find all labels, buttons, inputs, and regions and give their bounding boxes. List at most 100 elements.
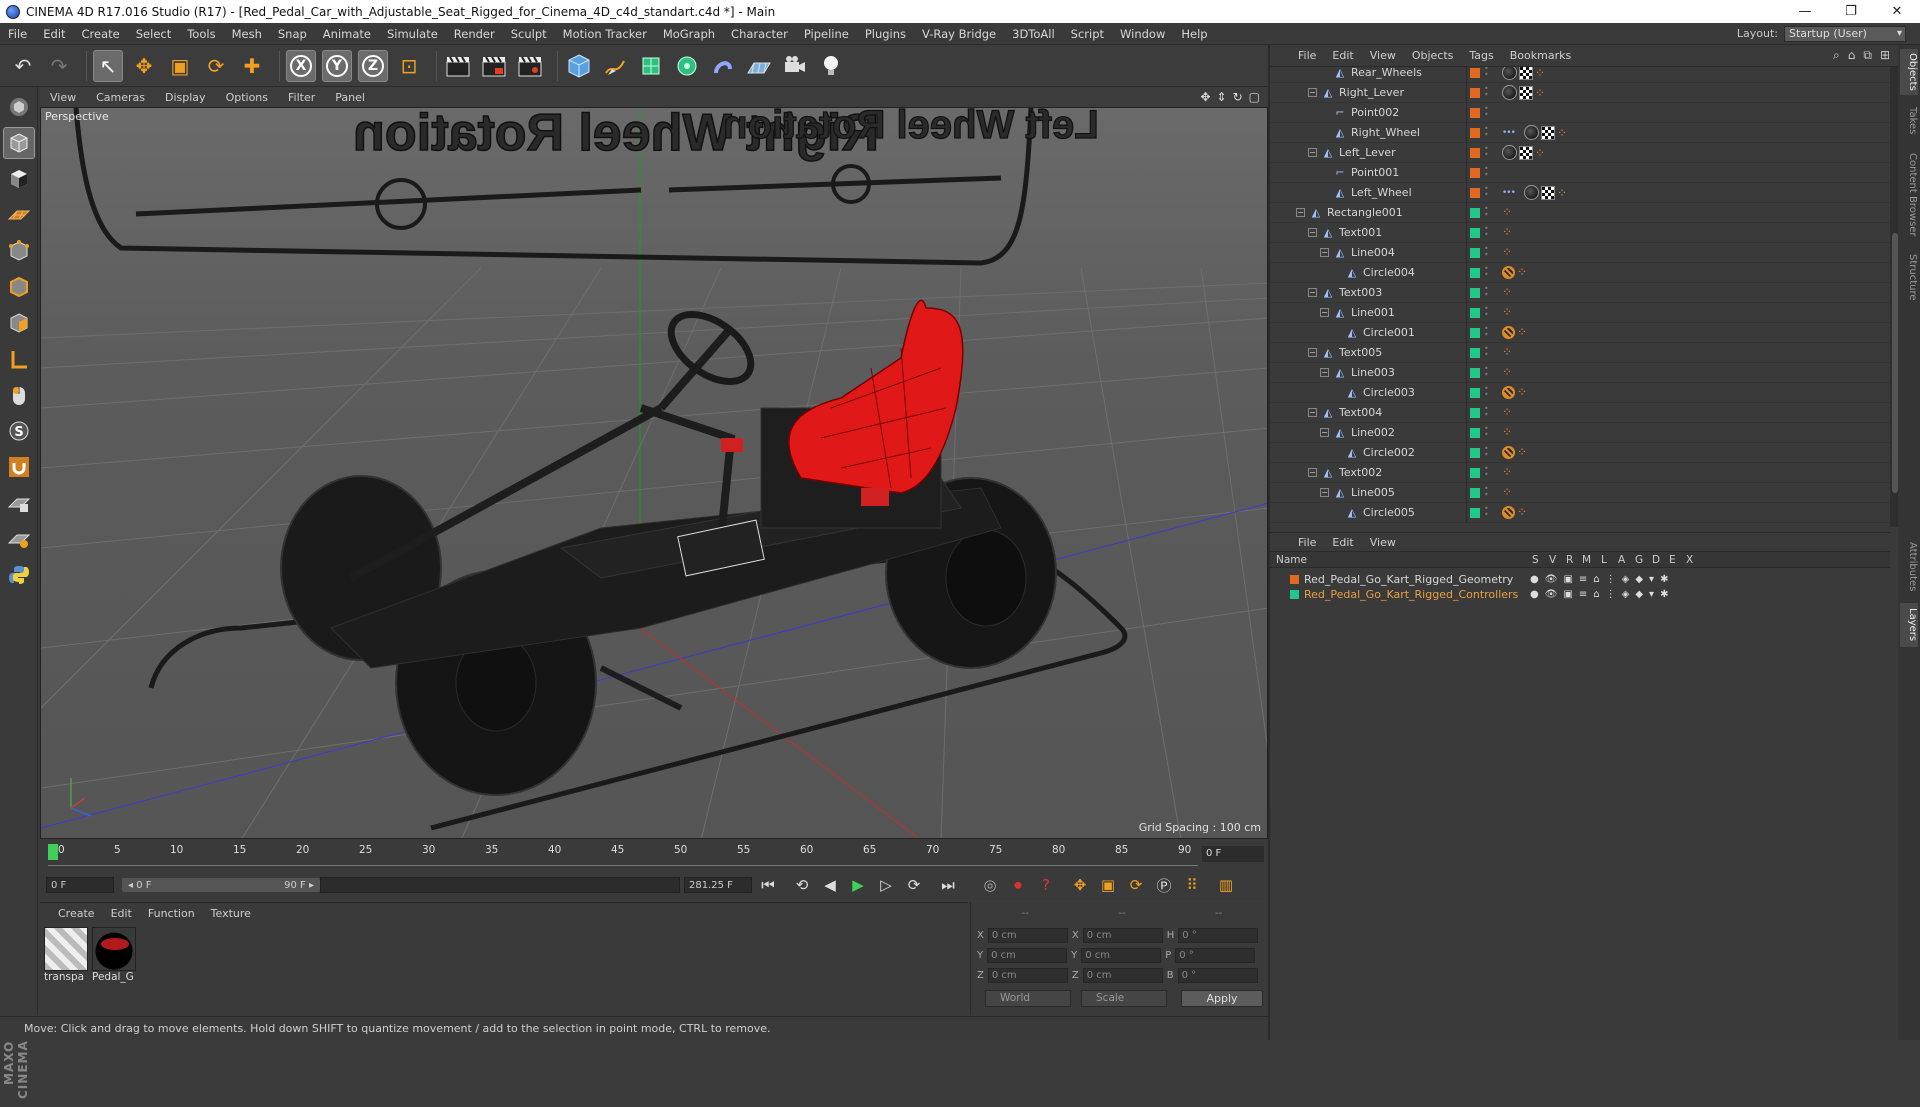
viewport-menu-options[interactable]: Options [216, 91, 278, 104]
menu-plugins[interactable]: Plugins [857, 23, 914, 45]
object-row[interactable]: − ◭ Line001 • • ⁘ [1270, 302, 1890, 323]
visibility-dots[interactable]: • • [1484, 325, 1489, 340]
material-menu-edit[interactable]: Edit [103, 907, 140, 920]
pan-icon[interactable]: ✥ [1200, 90, 1210, 104]
layer-row-controllers[interactable]: Red_Pedal_Go_Kart_Rigged_Controllers ● 👁 ▣… [1270, 587, 1890, 602]
menu-motion-tracker[interactable]: Motion Tracker [555, 23, 655, 45]
protection-tag-icon[interactable] [1502, 385, 1515, 399]
size-x-field[interactable]: 0 cm [1082, 927, 1163, 943]
objects-menu-bookmarks[interactable]: Bookmarks [1502, 49, 1579, 62]
menu-select[interactable]: Select [128, 23, 179, 45]
x-axis-button[interactable]: X [286, 49, 316, 82]
visibility-dots[interactable]: • • [1484, 385, 1489, 400]
texture-tag-icon[interactable] [1519, 85, 1533, 100]
object-name-cell[interactable]: ⌐ Point002 [1334, 106, 1399, 119]
layer-color-swatch[interactable] [1470, 488, 1480, 498]
menu-create[interactable]: Create [74, 23, 128, 45]
menu-animate[interactable]: Animate [315, 23, 379, 45]
scale-tool-button[interactable]: ▣ [165, 50, 195, 82]
texture-mode-button[interactable] [3, 163, 35, 195]
expand-toggle[interactable]: − [1308, 88, 1317, 97]
layer-color-swatch[interactable] [1470, 288, 1480, 298]
object-row[interactable]: ◭ Right_Wheel • • ••• ⁘ [1270, 122, 1890, 143]
solo-icon[interactable]: ● [1530, 589, 1539, 600]
xpresso-tag-icon[interactable]: ⁘ [1502, 245, 1516, 259]
tab-attributes[interactable]: Attributes [1900, 535, 1918, 599]
menu-3dtoall[interactable]: 3DToAll [1004, 23, 1063, 45]
tweak-mode-button[interactable] [3, 379, 35, 411]
position-y-field[interactable]: 0 cm [987, 947, 1068, 963]
visibility-dots[interactable]: • • [1484, 125, 1489, 140]
python-button[interactable] [3, 559, 35, 591]
rotation-h-field[interactable]: 0 ° [1178, 927, 1259, 943]
xpresso-tag-icon[interactable]: ⁘ [1502, 305, 1516, 319]
key-pla-button[interactable]: ⠿ [1180, 873, 1204, 897]
expand-toggle[interactable]: − [1320, 428, 1329, 437]
object-name-cell[interactable]: ◭ Right_Wheel [1334, 126, 1420, 139]
object-name-cell[interactable]: ◭ Left_Lever [1322, 146, 1396, 159]
layer-color-swatch[interactable] [1470, 468, 1480, 478]
render-icon[interactable]: ▣ [1563, 574, 1572, 585]
visibility-dots[interactable]: • • [1484, 245, 1489, 260]
layer-color-swatch[interactable] [1470, 328, 1480, 338]
subdivision-button[interactable] [636, 50, 666, 82]
material-tag-icon[interactable] [1502, 67, 1517, 80]
visibility-dots[interactable]: • • [1484, 105, 1489, 120]
object-row[interactable]: − ◭ Line003 • • ⁘ [1270, 362, 1890, 383]
xref-icon[interactable]: ✱ [1660, 574, 1668, 585]
start-frame-field[interactable]: 0 F [46, 877, 114, 893]
goto-prev-key-button[interactable]: ⟲ [790, 873, 814, 897]
object-row[interactable]: ◭ Rear_Wheels • • ⁘ [1270, 67, 1890, 83]
xpresso-tag-icon[interactable]: ⁘ [1502, 365, 1516, 379]
menu-snap[interactable]: Snap [270, 23, 315, 45]
select-tool-button[interactable]: ↖ [93, 49, 123, 82]
visibility-dots[interactable]: • • [1484, 85, 1489, 100]
object-name-cell[interactable]: ◭ Text005 [1322, 346, 1382, 359]
play-button[interactable]: ▶ [846, 873, 870, 897]
object-name-cell[interactable]: ◭ Circle001 [1346, 326, 1415, 339]
object-name-cell[interactable]: ◭ Circle004 [1346, 266, 1415, 279]
texture-tag-icon[interactable] [1541, 125, 1555, 140]
expand-toggle[interactable]: − [1308, 148, 1317, 157]
material-tag-icon[interactable] [1524, 125, 1539, 140]
generator-icon[interactable]: ◈ [1622, 574, 1630, 585]
goto-start-button[interactable]: ⏮ [756, 873, 780, 897]
eye-icon[interactable]: 👁 [1545, 574, 1558, 585]
material-transparent[interactable]: transpa [44, 927, 90, 983]
layer-color-swatch[interactable] [1470, 128, 1480, 138]
object-row[interactable]: ◭ Circle002 • • ⁘ [1270, 442, 1890, 463]
tab-objects[interactable]: Objects [1900, 49, 1918, 95]
xpresso-tag-icon[interactable]: ⁘ [1502, 425, 1516, 439]
current-frame-field[interactable]: 0 F [1202, 846, 1264, 862]
menu-mograph[interactable]: MoGraph [655, 23, 723, 45]
light-button[interactable] [816, 50, 846, 82]
xpresso-tag-icon[interactable]: ⁘ [1502, 405, 1516, 419]
deformer-button[interactable] [708, 50, 738, 82]
points-mode-button[interactable] [3, 235, 35, 267]
object-row[interactable]: − ◭ Line005 • • ⁘ [1270, 482, 1890, 503]
deformer-icon[interactable]: ◆ [1635, 574, 1643, 585]
camera-button[interactable] [780, 50, 810, 82]
z-axis-button[interactable]: Z [358, 49, 388, 82]
layer-color-swatch[interactable] [1470, 268, 1480, 278]
viewport-menu-filter[interactable]: Filter [278, 91, 325, 104]
expand-toggle[interactable]: − [1308, 408, 1317, 417]
redo-button[interactable]: ↷ [44, 50, 74, 82]
material-tag-icon[interactable] [1524, 185, 1539, 200]
preview-range-slider[interactable]: ◂ 0 F 90 F ▸ [122, 878, 320, 892]
menu-edit[interactable]: Edit [35, 23, 73, 45]
y-axis-button[interactable]: Y [322, 49, 352, 82]
cloner-button[interactable] [672, 50, 702, 82]
render-icon[interactable]: ▣ [1563, 589, 1572, 600]
object-row[interactable]: − ◭ Text003 • • ⁘ [1270, 282, 1890, 303]
animation-icon[interactable]: ⋮ [1606, 589, 1616, 600]
apply-button[interactable]: Apply [1181, 990, 1263, 1007]
material-menu-texture[interactable]: Texture [203, 907, 259, 920]
viewport-menu-panel[interactable]: Panel [325, 91, 375, 104]
timeline-ruler[interactable]: 0 5 10 15 20 25 30 35 40 45 50 55 60 65 … [40, 840, 1268, 870]
layer-color-swatch[interactable] [1290, 575, 1299, 584]
visibility-dots[interactable]: • • [1484, 345, 1489, 360]
xpresso-tag-icon[interactable]: ⁘ [1502, 205, 1516, 219]
xpresso-tag-icon[interactable]: ⁘ [1557, 126, 1571, 140]
xpresso-tag-icon[interactable]: ⁘ [1517, 385, 1531, 399]
